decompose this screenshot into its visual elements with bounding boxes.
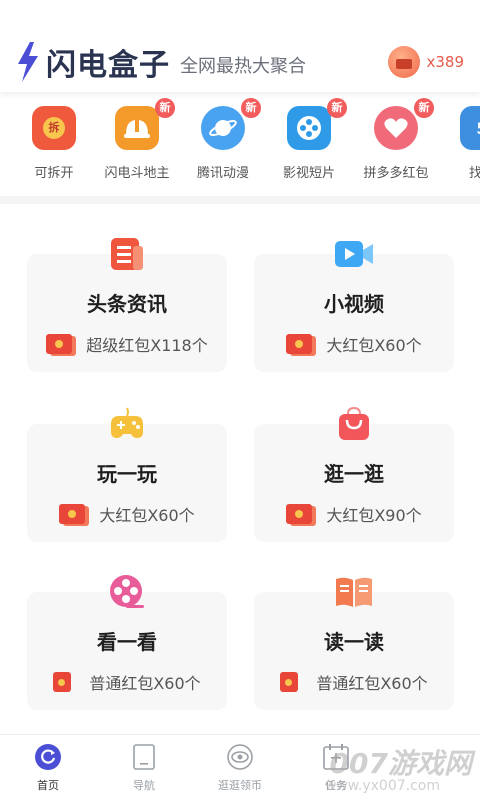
coin-count: x389 [426, 53, 464, 71]
red-envelope-icon [286, 334, 313, 354]
shortcut-strip[interactable]: 拆 可拆开 新 闪电斗地主 新 腾讯动漫 新 影视短片 新 拼多多红包 5 [0, 98, 480, 194]
shortcut-label: 闪电斗地主 [104, 166, 170, 181]
card-news[interactable]: 头条资讯 超级红包X118个 [27, 238, 227, 372]
card-reward: 普通红包X60个 [27, 670, 227, 694]
film-reel-icon [107, 572, 147, 612]
gamepad-icon [107, 404, 147, 444]
shopping-bag-icon [334, 404, 374, 444]
red-envelope-icon [59, 504, 86, 524]
tablet-icon [130, 743, 158, 771]
card-title: 小视频 [324, 292, 384, 316]
card-reward: 大红包X90个 [254, 502, 454, 526]
section-divider [0, 196, 480, 204]
helmet-icon: 新 [115, 98, 175, 150]
shortcut-item-tencent-comic[interactable]: 新 腾讯动漫 [181, 98, 265, 181]
card-reward: 普通红包X60个 [254, 670, 454, 694]
gift-heart-icon: 新 [374, 98, 434, 150]
card-watch[interactable]: 看一看 普通红包X60个 [27, 575, 227, 710]
reward-text: 大红包X60个 [326, 336, 422, 355]
app-brand-title: 闪电盒子 [46, 48, 170, 83]
coin-avatar-icon [388, 46, 421, 78]
red-envelope-icon [280, 672, 299, 692]
card-title: 逛一逛 [324, 462, 384, 486]
watermark-text: 007游戏网 [329, 747, 472, 780]
reward-text: 大红包X90个 [326, 506, 422, 525]
card-short-video[interactable]: 小视频 大红包X60个 [254, 241, 454, 372]
video-play-icon [334, 234, 374, 274]
news-icon [107, 234, 147, 274]
nav-item-navigation[interactable]: 导航 [96, 743, 192, 793]
card-title: 看一看 [97, 630, 157, 654]
card-reward: 大红包X60个 [27, 502, 227, 526]
reward-text: 超级红包X118个 [86, 336, 208, 355]
nav-item-home[interactable]: 首页 [0, 743, 96, 793]
shortcut-item-pdd-redpacket[interactable]: 新 拼多多红包 [354, 98, 438, 181]
shortcut-item-doudizhu[interactable]: 新 闪电斗地主 [95, 98, 179, 181]
reward-text: 大红包X60个 [99, 506, 195, 525]
new-badge: 新 [155, 98, 175, 118]
card-reward: 超级红包X118个 [27, 332, 227, 356]
shortcut-label: 影视短片 [282, 166, 335, 181]
reward-text: 普通红包X60个 [316, 674, 428, 693]
reward-text: 普通红包X60个 [89, 674, 201, 693]
eye-icon [226, 743, 254, 771]
red-envelope-icon [46, 334, 73, 354]
card-title: 头条资讯 [87, 292, 167, 316]
shortcut-item-kechaikai[interactable]: 拆 可拆开 [12, 106, 96, 181]
app-header: 闪电盒子 全网最热大聚合 x389 [0, 0, 480, 92]
refresh-circle-icon [34, 743, 62, 771]
nav-label: 逛逛领币 [218, 779, 262, 792]
red-packet-icon: 拆 [32, 106, 76, 150]
watermark-url: www.yx007.com [324, 778, 440, 794]
nav-label: 导航 [133, 779, 155, 792]
coin-balance[interactable]: x389 [388, 46, 464, 78]
new-badge: 新 [414, 98, 434, 118]
open-book-icon [334, 572, 374, 612]
app-slogan: 全网最热大聚合 [180, 56, 306, 77]
card-read[interactable]: 读一读 普通红包X60个 [254, 577, 454, 710]
new-badge: 新 [241, 98, 261, 118]
planet-icon: 新 [201, 98, 261, 150]
shortcut-label: 腾讯动漫 [196, 166, 249, 181]
card-title: 玩一玩 [97, 462, 157, 486]
card-title: 读一读 [324, 630, 384, 654]
red-envelope-icon [53, 672, 72, 692]
lightning-logo-icon [18, 42, 38, 82]
card-play[interactable]: 玩一玩 大红包X60个 [27, 407, 227, 542]
red-envelope-icon [286, 504, 313, 524]
shortcut-item-short-films[interactable]: 新 影视短片 [267, 98, 351, 181]
card-browse[interactable]: 逛一逛 大红包X90个 [254, 406, 454, 542]
new-badge: 新 [327, 98, 347, 118]
calendar-icon: 5 [460, 106, 480, 150]
shortcut-label: 可拆开 [34, 166, 74, 181]
film-reel-icon: 新 [287, 98, 347, 150]
card-reward: 大红包X60个 [254, 332, 454, 356]
nav-label: 首页 [37, 779, 59, 792]
shortcut-label: 找工 [468, 166, 480, 181]
nav-item-browse-coins[interactable]: 逛逛领币 [192, 743, 288, 793]
shortcut-label: 拼多多红包 [363, 166, 429, 181]
shortcut-item-find-job[interactable]: 5 找工 [440, 106, 480, 181]
